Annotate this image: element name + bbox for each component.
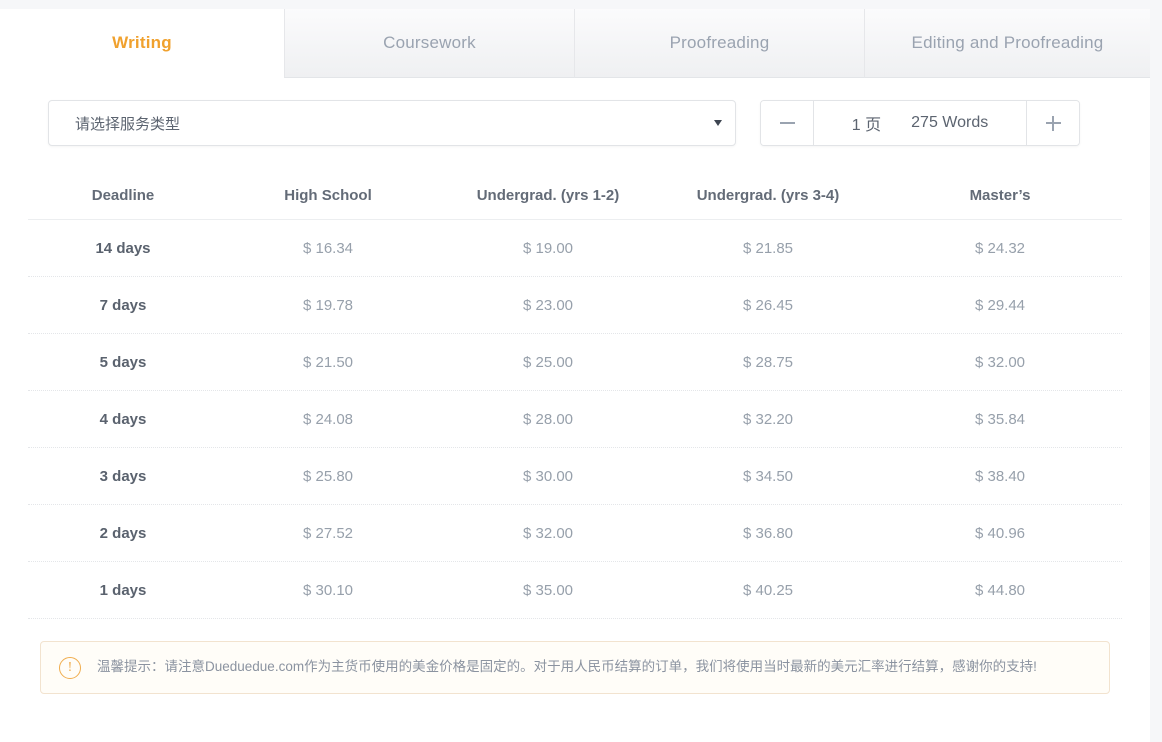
table-header-row: Deadline High School Undergrad. (yrs 1-2… <box>28 172 1122 220</box>
cell-masters-price: $ 29.44 <box>974 296 1026 314</box>
cell-undergrad-3-4-price: $ 36.80 <box>742 524 794 542</box>
table-row: 14 days $ 16.34 $ 19.00 $ 21.85 $ 24.32 <box>28 220 1122 277</box>
tab-coursework[interactable]: Coursework <box>284 9 574 78</box>
cell-high-school-price: $ 25.80 <box>302 467 354 485</box>
table-row: 5 days $ 21.50 $ 25.00 $ 28.75 $ 32.00 <box>28 334 1122 391</box>
minus-icon <box>779 122 795 124</box>
cell-masters-price: $ 40.96 <box>974 524 1026 542</box>
page-count-value: 1 页 <box>851 117 882 134</box>
cell-undergrad-3-4-price: $ 28.75 <box>742 353 794 371</box>
pricing-table: Deadline High School Undergrad. (yrs 1-2… <box>28 172 1122 619</box>
column-header-masters: Master’s <box>969 187 1031 204</box>
cell-undergrad-1-2-price: $ 35.00 <box>522 581 574 599</box>
decrement-pages-button[interactable] <box>761 101 814 145</box>
service-type-select-value: 请选择服务类型 <box>75 115 181 133</box>
cell-undergrad-1-2-price: $ 32.00 <box>522 524 574 542</box>
tab-proofreading-label: Proofreading <box>669 33 770 52</box>
cell-masters-price: $ 44.80 <box>974 581 1026 599</box>
controls-row: 请选择服务类型 1 页 275 Words <box>0 78 1150 158</box>
cell-deadline: 14 days <box>95 239 151 257</box>
word-count-stepper: 1 页 275 Words <box>760 100 1080 146</box>
table-row: 4 days $ 24.08 $ 28.00 $ 32.20 $ 35.84 <box>28 391 1122 448</box>
currency-notice-text: 温馨提示：请注意Dueduedue.com作为主货币使用的美金价格是固定的。对于… <box>97 659 1037 675</box>
column-header-high-school: High School <box>284 187 372 204</box>
cell-deadline: 3 days <box>99 467 147 485</box>
cell-undergrad-3-4-price: $ 40.25 <box>742 581 794 599</box>
cell-deadline: 2 days <box>99 524 147 542</box>
column-header-deadline: Deadline <box>91 187 155 204</box>
cell-high-school-price: $ 21.50 <box>302 353 354 371</box>
word-count-value: 275 Words <box>911 114 989 131</box>
tab-writing-label: Writing <box>112 33 172 52</box>
plus-icon <box>1045 115 1061 131</box>
cell-high-school-price: $ 30.10 <box>302 581 354 599</box>
cell-deadline: 4 days <box>99 410 147 428</box>
table-row: 1 days $ 30.10 $ 35.00 $ 40.25 $ 44.80 <box>28 562 1122 619</box>
service-type-select-wrap: 请选择服务类型 <box>48 100 736 146</box>
service-type-select[interactable]: 请选择服务类型 <box>48 100 736 146</box>
tab-editing-and-proofreading-label: Editing and Proofreading <box>911 33 1104 52</box>
cell-undergrad-1-2-price: $ 28.00 <box>522 410 574 428</box>
exclamation-circle-icon: ! <box>59 656 81 679</box>
service-tabs: Writing Coursework Proofreading Editing … <box>0 9 1150 78</box>
table-row: 2 days $ 27.52 $ 32.00 $ 36.80 $ 40.96 <box>28 505 1122 562</box>
pricing-panel: Writing Coursework Proofreading Editing … <box>0 9 1150 742</box>
cell-deadline: 7 days <box>99 296 147 314</box>
cell-undergrad-1-2-price: $ 25.00 <box>522 353 574 371</box>
cell-high-school-price: $ 24.08 <box>302 410 354 428</box>
stepper-readout: 1 页 275 Words <box>814 101 1026 145</box>
cell-undergrad-3-4-price: $ 32.20 <box>742 410 794 428</box>
cell-high-school-price: $ 27.52 <box>302 524 354 542</box>
tab-editing-and-proofreading[interactable]: Editing and Proofreading <box>864 9 1150 78</box>
tab-writing[interactable]: Writing <box>0 9 284 78</box>
currency-notice: ! 温馨提示：请注意Dueduedue.com作为主货币使用的美金价格是固定的。… <box>40 641 1110 694</box>
increment-pages-button[interactable] <box>1026 101 1079 145</box>
cell-undergrad-1-2-price: $ 19.00 <box>522 239 574 257</box>
cell-deadline: 5 days <box>99 353 147 371</box>
table-row: 7 days $ 19.78 $ 23.00 $ 26.45 $ 29.44 <box>28 277 1122 334</box>
table-row: 3 days $ 25.80 $ 30.00 $ 34.50 $ 38.40 <box>28 448 1122 505</box>
column-header-undergrad-3-4: Undergrad. (yrs 3-4) <box>696 187 840 204</box>
cell-deadline: 1 days <box>99 581 147 599</box>
cell-undergrad-1-2-price: $ 30.00 <box>522 467 574 485</box>
cell-high-school-price: $ 19.78 <box>302 296 354 314</box>
tab-coursework-label: Coursework <box>383 33 476 52</box>
cell-undergrad-3-4-price: $ 34.50 <box>742 467 794 485</box>
cell-masters-price: $ 24.32 <box>974 239 1026 257</box>
cell-masters-price: $ 38.40 <box>974 467 1026 485</box>
cell-undergrad-1-2-price: $ 23.00 <box>522 296 574 314</box>
cell-masters-price: $ 35.84 <box>974 410 1026 428</box>
column-header-undergrad-1-2: Undergrad. (yrs 1-2) <box>476 187 620 204</box>
cell-high-school-price: $ 16.34 <box>302 239 354 257</box>
page-root: Writing Coursework Proofreading Editing … <box>0 0 1162 742</box>
cell-undergrad-3-4-price: $ 21.85 <box>742 239 794 257</box>
cell-undergrad-3-4-price: $ 26.45 <box>742 296 794 314</box>
tab-proofreading[interactable]: Proofreading <box>574 9 864 78</box>
cell-masters-price: $ 32.00 <box>974 353 1026 371</box>
